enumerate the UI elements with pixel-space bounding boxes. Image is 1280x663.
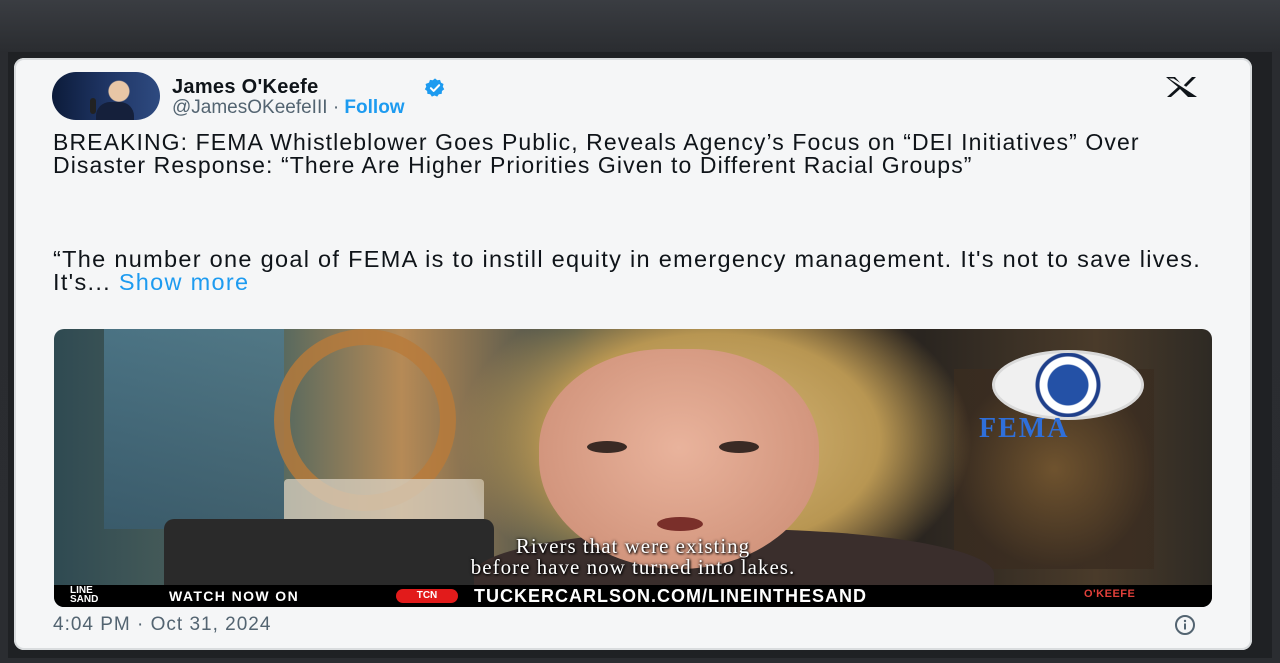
author-name[interactable]: James O'Keefe <box>172 76 319 99</box>
subtitle-line-2: before have now turned into lakes. <box>470 555 796 579</box>
follow-button[interactable]: Follow <box>344 97 404 118</box>
left-eye <box>587 441 627 453</box>
avatar[interactable] <box>52 72 160 120</box>
show-more-link[interactable]: Show more <box>119 269 250 295</box>
tweet-timestamp[interactable]: 4:04 PM · Oct 31, 2024 <box>53 614 271 636</box>
line-in-sand-logo: LINE SAND <box>70 586 99 605</box>
tweet-body: “The number one goal of FEMA is to insti… <box>53 247 1213 295</box>
fema-watermark: FEMA <box>979 413 1070 444</box>
mouth <box>657 517 703 531</box>
watch-now-label: WATCH NOW ON <box>169 588 300 604</box>
video-ticker: LINE SAND WATCH NOW ON TCN TUCKERCARLSON… <box>54 585 1212 607</box>
okeefe-brand: O'KEEFE <box>1084 588 1136 600</box>
subtitle-line-1: Rivers that were existing <box>515 534 751 558</box>
microphone-shape <box>90 98 96 114</box>
logo-line2: SAND <box>70 594 99 605</box>
avatar-suit-shape <box>96 102 134 120</box>
verified-badge-icon <box>424 78 445 97</box>
x-logo-icon[interactable] <box>1160 72 1210 102</box>
background-shelf <box>104 329 284 529</box>
handle-line: @JamesOKeefeIII · Follow <box>172 97 405 119</box>
ticker-url: TUCKERCARLSON.COM/LINEINTHESAND <box>474 586 867 606</box>
info-icon[interactable] <box>1170 614 1200 636</box>
tweet-headline: BREAKING: FEMA Whistleblower Goes Public… <box>53 129 1140 178</box>
video-media[interactable]: FEMA Rivers that were existing before ha… <box>54 329 1212 607</box>
separator-dot: · <box>332 97 340 118</box>
author-handle[interactable]: @JamesOKeefeIII <box>172 97 328 118</box>
tcn-badge: TCN <box>396 589 458 603</box>
dhs-seal-icon <box>992 350 1144 420</box>
right-eye <box>719 441 759 453</box>
